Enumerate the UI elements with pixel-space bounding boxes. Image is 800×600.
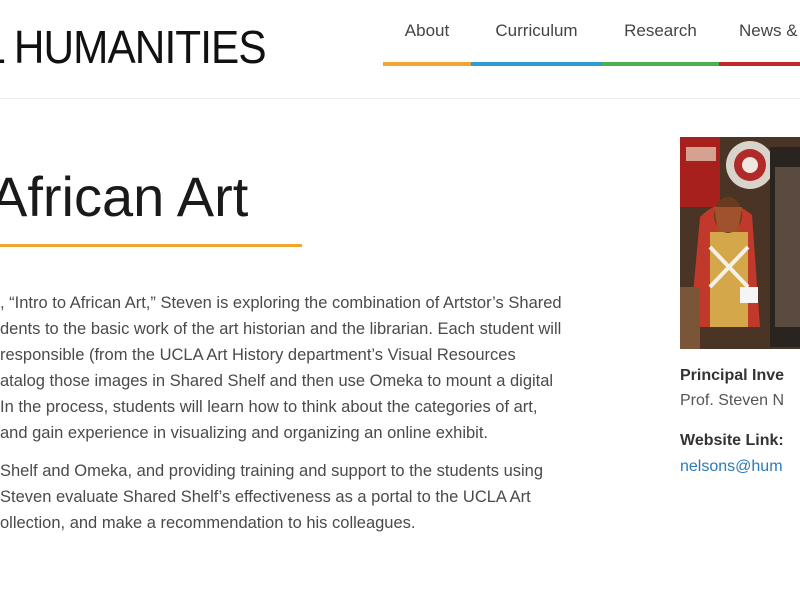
- african-masquerade-image: [680, 137, 800, 349]
- text-line: Shelf and Omeka, and providing training …: [0, 462, 544, 480]
- title-underline: [0, 244, 302, 247]
- text-line: atalog those images in Shared Shelf and …: [0, 372, 554, 390]
- text-line: , “Intro to African Art,” Steven is expl…: [0, 294, 562, 312]
- nav-item-curriculum[interactable]: Curriculum: [471, 0, 602, 66]
- project-description: , “Intro to African Art,” Steven is expl…: [0, 290, 650, 536]
- nav-item-research[interactable]: Research: [602, 0, 719, 66]
- site-logo[interactable]: L HUMANITIES: [0, 22, 267, 72]
- principal-investigator-label: Principal Inve: [680, 367, 785, 384]
- paragraph-1: , “Intro to African Art,” Steven is expl…: [0, 290, 650, 446]
- text-line: ollection, and make a recommendation to …: [0, 514, 416, 532]
- paragraph-2: Shelf and Omeka, and providing training …: [0, 458, 650, 536]
- page-title: African Art: [0, 165, 249, 228]
- nav-item-about[interactable]: About: [383, 0, 471, 66]
- text-line: and gain experience in visualizing and o…: [0, 424, 488, 442]
- site-header: L HUMANITIES About Curriculum Research N…: [0, 0, 800, 99]
- text-line: Steven evaluate Shared Shelf’s effective…: [0, 488, 531, 506]
- text-line: In the process, students will learn how …: [0, 398, 538, 416]
- text-line: dents to the basic work of the art histo…: [0, 320, 562, 338]
- website-link-label: Website Link:: [680, 432, 784, 449]
- website-email-link[interactable]: nelsons@hum: [680, 458, 783, 476]
- principal-investigator-name: Prof. Steven N: [680, 392, 785, 409]
- text-line: responsible (from the UCLA Art History d…: [0, 346, 516, 364]
- project-photo: [680, 137, 800, 349]
- nav-item-news[interactable]: News &: [719, 0, 800, 66]
